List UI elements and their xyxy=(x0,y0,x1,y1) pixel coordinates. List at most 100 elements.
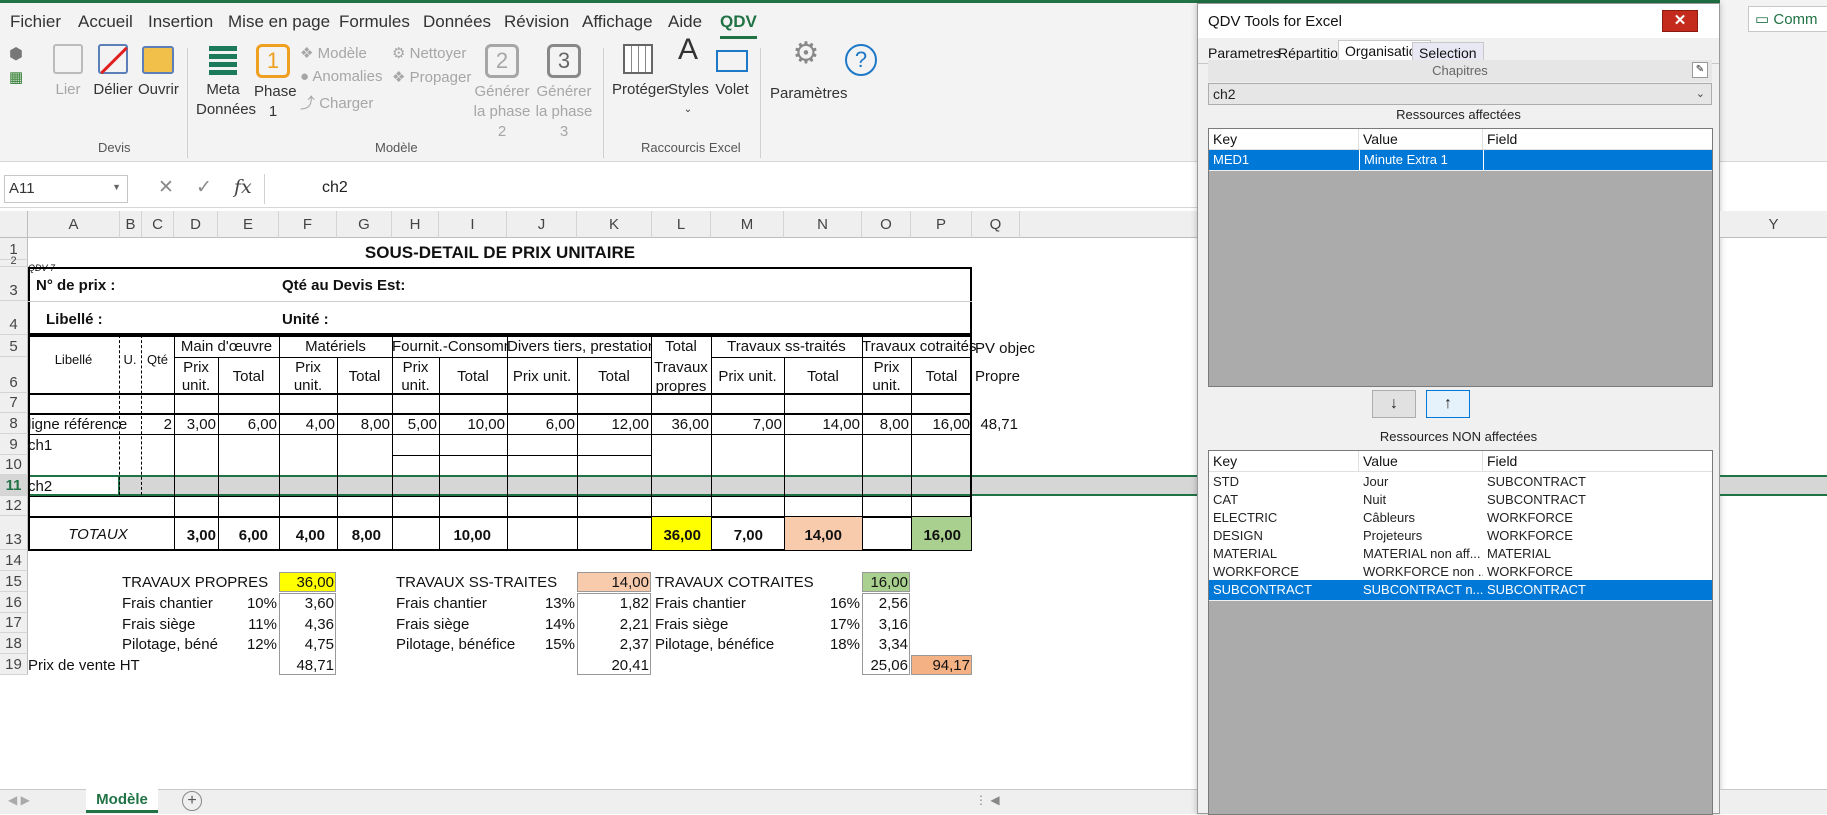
row-header-18[interactable]: 18 xyxy=(0,633,28,654)
column-header-q[interactable]: Q xyxy=(972,211,1020,238)
column-header-b[interactable]: B xyxy=(120,211,142,238)
ouvrir-button[interactable]: Ouvrir xyxy=(138,44,179,100)
row-header-8[interactable]: 8 xyxy=(0,413,28,434)
help-icon[interactable]: ? xyxy=(845,44,877,76)
volet-button[interactable]: Volet xyxy=(712,44,752,100)
styles-button[interactable]: A Styles ⌄ xyxy=(668,35,709,120)
delier-button[interactable]: Délier xyxy=(92,44,134,100)
propager-button[interactable]: ❖ Propager xyxy=(392,68,471,86)
comments-button[interactable]: ▭ Comm xyxy=(1748,6,1827,32)
column-header-hidden xyxy=(1020,211,1200,238)
tp-fs-p: 11% xyxy=(248,616,277,633)
row-header-16[interactable]: 16 xyxy=(0,592,28,613)
column-header-i[interactable]: I xyxy=(439,211,507,238)
anomalies-button[interactable]: ● Anomalies xyxy=(300,68,382,85)
row-header-13[interactable]: 13 xyxy=(0,516,28,550)
cube-icon[interactable]: ⬢ xyxy=(9,44,23,64)
row-header-9[interactable]: 9 xyxy=(0,434,28,455)
tss-fc-p: 13% xyxy=(544,595,575,612)
column-header-k[interactable]: K xyxy=(577,211,652,238)
menu-insertion[interactable]: Insertion xyxy=(148,12,213,32)
meta-donnees-button[interactable]: Meta Données xyxy=(196,46,256,120)
grid-small-icon[interactable]: ▦ xyxy=(9,68,23,86)
function-icon[interactable]: fx xyxy=(234,176,252,198)
menu-formules[interactable]: Formules xyxy=(339,12,410,32)
row-header-15[interactable]: 15 xyxy=(0,571,28,592)
move-down-button[interactable]: ↓ xyxy=(1372,390,1416,418)
close-icon[interactable]: ✕ xyxy=(1662,10,1698,32)
menu-accueil[interactable]: Accueil xyxy=(78,12,133,32)
row-header-17[interactable]: 17 xyxy=(0,613,28,633)
charger-button[interactable]: ⤴ Charger xyxy=(300,92,373,113)
edit-icon[interactable]: ✎ xyxy=(1692,62,1708,78)
name-box[interactable]: A11 ▼ xyxy=(4,175,128,203)
sheet-scroll-icon[interactable]: ⋮ ◀ xyxy=(975,793,1000,807)
proteger-button[interactable]: Protéger xyxy=(612,44,670,100)
row-header-12[interactable]: 12 xyxy=(0,496,28,516)
formula-input[interactable]: ch2 xyxy=(322,179,348,197)
column-header-m[interactable]: M xyxy=(711,211,784,238)
add-sheet-icon[interactable]: + xyxy=(182,791,202,811)
column-header-l[interactable]: L xyxy=(652,211,711,238)
column-header-f[interactable]: F xyxy=(279,211,337,238)
generer-phase2-button[interactable]: 2 Générer la phase 2 xyxy=(472,44,532,142)
ouvrir-label: Ouvrir xyxy=(138,81,179,98)
column-header-e[interactable]: E xyxy=(218,211,279,238)
menu-qdv[interactable]: QDV xyxy=(720,12,757,39)
phase1-button[interactable]: 1 Phase 1 xyxy=(254,44,297,122)
modele-button[interactable]: ❖ Modèle xyxy=(300,44,367,62)
col-value[interactable]: Value xyxy=(1359,451,1483,472)
col-key[interactable]: Key xyxy=(1209,129,1359,150)
column-header-h[interactable]: H xyxy=(392,211,439,238)
col-key[interactable]: Key xyxy=(1209,451,1359,472)
menu-aide[interactable]: Aide xyxy=(668,12,702,32)
menu-donnees[interactable]: Données xyxy=(423,12,491,32)
column-header-o[interactable]: O xyxy=(862,211,911,238)
nettoyer-button[interactable]: ⚙ Nettoyer xyxy=(392,44,466,62)
h-qte: Qté xyxy=(147,352,168,367)
column-header-g[interactable]: G xyxy=(337,211,392,238)
affectees-list[interactable]: Key Value Field MED1 Minute Extra 1 xyxy=(1208,128,1713,387)
prev-sheet-icon[interactable]: ◀ ▶ xyxy=(8,793,30,807)
menu-fichier[interactable]: Fichier xyxy=(10,12,61,32)
row-header-6[interactable]: 6 xyxy=(0,357,28,393)
list-item[interactable]: SUBCONTRACT SUBCONTRACT n... SUBCONTRACT xyxy=(1209,580,1712,601)
row-header-14[interactable]: 14 xyxy=(0,550,28,571)
row-header-11[interactable]: 11 xyxy=(0,475,28,496)
column-header-n[interactable]: N xyxy=(784,211,862,238)
col-field[interactable]: Field xyxy=(1483,129,1712,150)
column-header-p[interactable]: P xyxy=(911,211,972,238)
row-header-7[interactable]: 7 xyxy=(0,393,28,413)
item-field: SUBCONTRACT xyxy=(1487,582,1586,597)
column-header-c[interactable]: C xyxy=(142,211,174,238)
r11-label[interactable]: ch2 xyxy=(28,478,52,495)
move-up-button[interactable]: ↑ xyxy=(1426,390,1470,418)
column-header-j[interactable]: J xyxy=(507,211,577,238)
parametres-button[interactable]: ⚙ Paramètres xyxy=(770,39,848,104)
column-header-a[interactable]: A xyxy=(28,211,120,238)
cancel-icon[interactable]: ✕ xyxy=(158,176,174,199)
menu-affichage[interactable]: Affichage xyxy=(582,12,653,32)
row-header-3[interactable]: 3 xyxy=(0,267,28,301)
list-item[interactable]: MED1 Minute Extra 1 xyxy=(1209,150,1712,171)
check-icon[interactable]: ✓ xyxy=(196,176,212,199)
col-value[interactable]: Value xyxy=(1359,129,1483,150)
generer-phase3-button[interactable]: 3 Générer la phase 3 xyxy=(534,44,594,142)
scrollbar-area[interactable] xyxy=(1720,789,1827,814)
row-header-19[interactable]: 19 xyxy=(0,654,28,675)
select-all-corner[interactable] xyxy=(0,211,28,238)
chapitre-select[interactable]: ch2 ⌄ xyxy=(1208,83,1712,105)
column-header-y[interactable]: Y xyxy=(1720,211,1827,238)
row-header-2[interactable]: 2 xyxy=(0,256,28,267)
column-header-d[interactable]: D xyxy=(174,211,218,238)
lier-button[interactable]: Lier xyxy=(50,44,86,100)
menu-mise-en-page[interactable]: Mise en page xyxy=(228,12,330,32)
tss-fs-p: 14% xyxy=(544,616,575,633)
sheet-tab-modele[interactable]: Modèle xyxy=(86,789,158,813)
non-affectees-list[interactable]: Key Value Field STD Jour SUBCONTRACT CAT… xyxy=(1208,450,1713,815)
row-header-10[interactable]: 10 xyxy=(0,455,28,475)
menu-revision[interactable]: Révision xyxy=(504,12,569,32)
row-header-4[interactable]: 4 xyxy=(0,301,28,335)
row-header-5[interactable]: 5 xyxy=(0,335,28,357)
col-field[interactable]: Field xyxy=(1483,451,1712,472)
